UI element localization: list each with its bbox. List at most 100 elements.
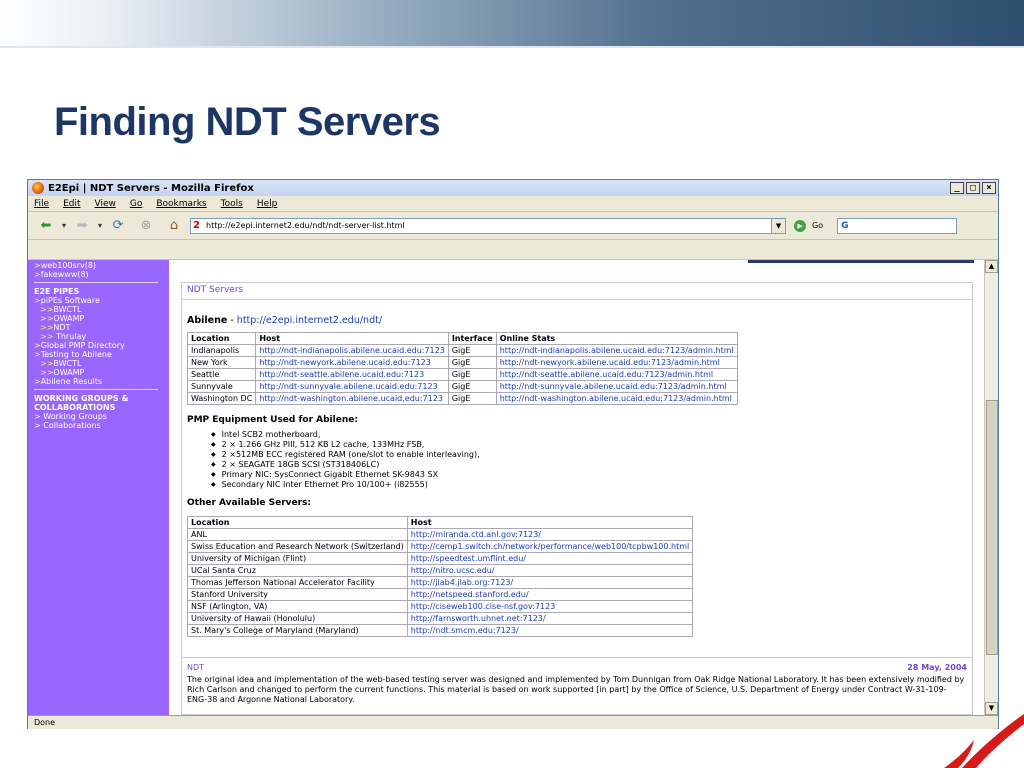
table-row: Seattle http://ndt-seattle.abilene.ucaid… [186, 368, 738, 381]
minimize-button[interactable]: _ [950, 182, 964, 194]
abilene-separator: - [227, 315, 237, 326]
host-link[interactable]: http://netspeed.stanford.edu/ [406, 588, 694, 601]
sidebar-item-pipes-software[interactable]: >piPEs Software [34, 296, 169, 305]
host-link[interactable]: http://ndt-seattle.abilene.ucaid.edu:712… [255, 368, 449, 381]
interface-cell: GigE [447, 380, 497, 393]
location-cell: UCal Santa Cruz [187, 564, 408, 577]
sidebar-item-owamp[interactable]: >>OWAMP [34, 314, 169, 323]
home-icon[interactable]: ⌂ [162, 215, 186, 237]
vertical-scrollbar[interactable]: ▲ ▼ [984, 260, 998, 715]
host-link[interactable]: http://farnsworth.uhnet.net:7123/ [406, 612, 694, 625]
list-item: Primary NIC: SysConnect Gigabit Ethernet… [222, 470, 967, 480]
back-dropdown-icon[interactable]: ▾ [62, 221, 66, 230]
forward-arrow-icon[interactable]: ➡ [70, 215, 94, 237]
sidebar-item-owamp[interactable]: >>OWAMP [34, 368, 169, 377]
url-bar[interactable]: 2 http://e2epi.internet2.edu/ndt/ndt-ser… [190, 217, 787, 234]
reload-icon[interactable]: ⟳ [106, 215, 130, 237]
location-cell: Washington DC [186, 392, 257, 405]
go-button[interactable]: ▶ Go [794, 219, 823, 232]
sidebar-item[interactable]: >web100srv(8) [34, 261, 169, 270]
list-item: 2 × SEAGATE 18GB SCSI (ST318406LC) [222, 460, 967, 470]
title-divider [182, 299, 972, 300]
scroll-thumb[interactable] [986, 400, 998, 655]
sidebar-divider [34, 389, 158, 390]
interface-cell: GigE [447, 356, 497, 369]
menu-file[interactable]: File [34, 199, 49, 209]
location-cell: University of Hawaii (Honolulu) [187, 612, 408, 625]
sidebar-item-working-groups[interactable]: > Working Groups [34, 412, 169, 421]
column-header: Location [186, 332, 257, 345]
location-cell: ANL [187, 528, 408, 541]
table-row: Swiss Education and Research Network (Sw… [187, 540, 694, 553]
host-link[interactable]: http://ndt-newyork.abilene.ucaid.edu:712… [255, 356, 449, 369]
menu-tools[interactable]: Tools [221, 199, 243, 209]
page-title: NDT Servers [187, 285, 244, 295]
table-row: St. Mary's College of Maryland (Maryland… [187, 624, 694, 637]
table-row: University of Michigan (Flint) http://spe… [187, 552, 694, 565]
host-link[interactable]: http://speedtest.umflint.edu/ [406, 552, 694, 565]
menu-bookmarks[interactable]: Bookmarks [156, 199, 206, 209]
menu-view[interactable]: View [95, 199, 116, 209]
sidebar-item-ndt[interactable]: >>NDT [34, 323, 169, 332]
interface-cell: GigE [447, 344, 497, 357]
interface-cell: GigE [447, 392, 497, 405]
sidebar-item-collaborations[interactable]: > Collaborations [34, 421, 169, 430]
column-header: Host [255, 332, 449, 345]
scroll-down-icon[interactable]: ▼ [985, 702, 998, 715]
location-cell: St. Mary's College of Maryland (Maryland… [187, 624, 408, 637]
sidebar-item-bwctl[interactable]: >>BWCTL [34, 305, 169, 314]
window-titlebar[interactable]: E2Epi | NDT Servers - Mozilla Firefox _ … [28, 180, 998, 196]
url-dropdown-icon[interactable]: ▼ [771, 218, 786, 233]
scroll-up-icon[interactable]: ▲ [985, 260, 998, 273]
host-link[interactable]: http://ndt-indianapolis.abilene.ucaid.ed… [255, 344, 449, 357]
sidebar-item-abilene-results[interactable]: >Abilene Results [34, 377, 169, 386]
site-sidebar: >web100srv(8) >fakewww(8) E2E PIPES >piP… [28, 260, 169, 715]
other-servers-heading: Other Available Servers: [187, 498, 312, 508]
column-header: Host [406, 516, 694, 529]
maximize-button[interactable]: □ [966, 182, 980, 194]
stop-icon[interactable]: ⊗ [134, 215, 158, 237]
footer-label: NDT [187, 663, 205, 672]
slide-header-divider [0, 46, 1024, 48]
stats-link[interactable]: http://ndt-newyork.abilene.ucaid.edu:712… [495, 356, 738, 369]
table-row: Thomas Jefferson National Accelerator Fa… [187, 576, 694, 589]
stats-link[interactable]: http://ndt-washington.abilene.ucaid.edu:… [495, 392, 738, 405]
host-link[interactable]: http://ndt-sunnyvale.abilene.ucaid.edu:7… [255, 380, 449, 393]
host-link[interactable]: http://miranda.ctd.anl.gov:7123/ [406, 528, 694, 541]
sidebar-item[interactable]: >fakewww(8) [34, 270, 169, 279]
navigation-toolbar: ⬅ ▾ ➡ ▾ ⟳ ⊗ ⌂ 2 http://e2epi.internet2.e… [28, 212, 998, 240]
sidebar-item-thrulay[interactable]: >> Thrulay [34, 332, 169, 341]
host-link[interactable]: http://jlab4.jlab.org:7123/ [406, 576, 694, 589]
url-input[interactable]: http://e2epi.internet2.edu/ndt/ndt-serve… [206, 221, 771, 230]
host-link[interactable]: http://ndt-washington.abilene.ucaid.edu:… [255, 392, 449, 405]
abilene-heading: Abilene - http://e2epi.internet2.edu/ndt… [187, 315, 967, 326]
stats-link[interactable]: http://ndt-sunnyvale.abilene.ucaid.edu:7… [495, 380, 738, 393]
close-button[interactable]: × [982, 182, 996, 194]
host-link[interactable]: http://nitro.ucsc.edu/ [406, 564, 694, 577]
sidebar-divider [34, 282, 158, 283]
location-cell: NSF (Arlington, VA) [187, 600, 408, 613]
stats-link[interactable]: http://ndt-indianapolis.abilene.ucaid.ed… [495, 344, 738, 357]
slide-header-band [0, 0, 1024, 46]
host-link[interactable]: http://ndt.smcm.edu:7123/ [406, 624, 694, 637]
host-link[interactable]: http://ciseweb100.cise-nsf.gov:7123 [406, 600, 694, 613]
go-icon: ▶ [794, 219, 807, 232]
menu-help[interactable]: Help [257, 199, 278, 209]
column-header: Location [187, 516, 408, 529]
sidebar-item-global-pmp-directory[interactable]: >Global PMP Directory [34, 341, 169, 350]
stats-link[interactable]: http://ndt-seattle.abilene.ucaid.edu:712… [495, 368, 738, 381]
equipment-heading: PMP Equipment Used for Abilene: [187, 415, 358, 425]
forward-dropdown-icon[interactable]: ▾ [98, 221, 102, 230]
menu-go[interactable]: Go [130, 199, 142, 209]
abilene-link[interactable]: http://e2epi.internet2.edu/ndt/ [237, 315, 382, 326]
firefox-icon [32, 182, 44, 194]
sidebar-section-title: COLLABORATIONS [34, 403, 116, 412]
google-search-input[interactable]: G [837, 217, 958, 234]
sidebar-item-testing-to-abilene[interactable]: >Testing to Abilene [34, 350, 169, 359]
host-link[interactable]: http://cemp1.switch.ch/network/performan… [406, 540, 694, 553]
sidebar-item-bwctl[interactable]: >>BWCTL [34, 359, 169, 368]
back-arrow-icon[interactable]: ⬅ [34, 215, 58, 237]
location-cell: Sunnyvale [186, 380, 257, 393]
table-row: Washington DC http://ndt-washington.abil… [186, 392, 738, 405]
menu-edit[interactable]: Edit [63, 199, 80, 209]
